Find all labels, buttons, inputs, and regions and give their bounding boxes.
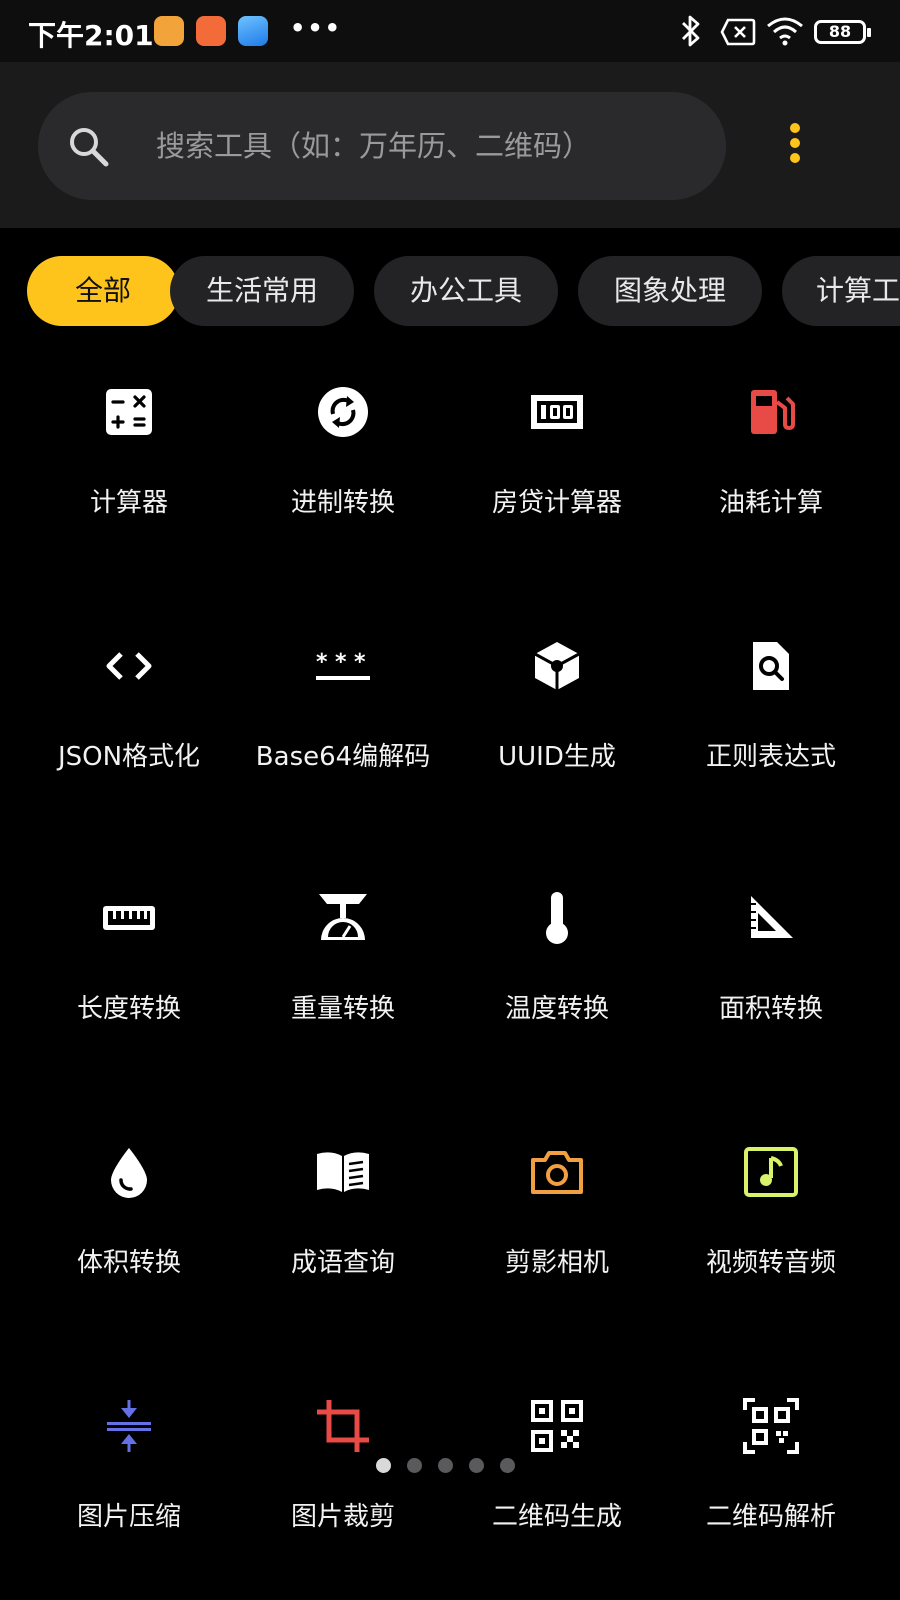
category-tabs: 全部 生活常用 办公工具 图象处理 计算工 [0, 256, 900, 326]
tool-label: 视频转音频 [705, 1248, 836, 1278]
app-icon-3 [238, 16, 268, 46]
tool-uuid[interactable]: UUID生成 [450, 604, 664, 804]
tool-image-compress[interactable]: 图片压缩 [22, 1364, 236, 1564]
status-time: 下午2:01 [28, 19, 154, 52]
tool-base64[interactable]: * * * Base64编解码 [236, 604, 450, 804]
tool-label: 长度转换 [76, 994, 181, 1024]
tool-area-conversion[interactable]: 面积转换 [664, 856, 878, 1056]
tool-regex[interactable]: 正则表达式 [664, 604, 878, 804]
qr-code-icon [531, 1400, 583, 1452]
compress-icon [107, 1400, 151, 1452]
tool-temperature-conversion[interactable]: 温度转换 [450, 856, 664, 1056]
book-open-icon [317, 1152, 369, 1192]
bluetooth-icon [682, 15, 700, 47]
tool-idiom-lookup[interactable]: 成语查询 [236, 1110, 450, 1310]
app-icon-2 [196, 16, 226, 46]
tool-label: 图片压缩 [76, 1502, 181, 1532]
tab-all[interactable]: 全部 [27, 256, 179, 326]
gas-pump-icon [751, 390, 795, 434]
tool-label: 体积转换 [76, 1248, 181, 1278]
tool-label: 二维码解析 [705, 1502, 836, 1532]
tool-mortgage-calculator[interactable]: 房贷计算器 [450, 350, 664, 550]
more-vertical-icon[interactable] [780, 120, 810, 170]
status-bar: 下午2:01 ••• 88 [0, 0, 900, 62]
no-sim-icon [720, 18, 756, 46]
tool-length-conversion[interactable]: 长度转换 [22, 856, 236, 1056]
tool-json-format[interactable]: JSON格式化 [22, 604, 236, 804]
crop-icon [317, 1400, 369, 1452]
app-icon-1 [154, 16, 184, 46]
tool-label: 图片裁剪 [290, 1502, 395, 1532]
file-search-icon [753, 642, 789, 690]
calculator-icon [106, 389, 152, 435]
page-dot[interactable] [438, 1458, 453, 1473]
tab-calculation-tools[interactable]: 计算工 [782, 256, 900, 326]
water-drop-icon [111, 1148, 147, 1198]
cube-icon [534, 642, 580, 690]
code-brackets-icon [106, 652, 152, 680]
page-indicator [376, 1458, 531, 1474]
tool-label: Base64编解码 [255, 742, 431, 772]
sync-circle-icon [318, 387, 368, 437]
search-icon [70, 128, 109, 167]
page-dot[interactable] [407, 1458, 422, 1473]
tool-label: 计算器 [89, 488, 168, 518]
tool-label: 油耗计算 [718, 488, 823, 518]
svg-text:*: * [316, 650, 328, 675]
tool-label: 剪影相机 [504, 1248, 609, 1278]
page-dot[interactable] [376, 1458, 391, 1473]
svg-text:*: * [354, 650, 366, 675]
ruler-icon [103, 906, 155, 930]
tab-office-tools[interactable]: 办公工具 [374, 256, 558, 326]
more-notifications-icon: ••• [290, 14, 343, 42]
tab-daily-use[interactable]: 生活常用 [170, 256, 354, 326]
scale-icon [319, 894, 367, 940]
tab-image-processing[interactable]: 图象处理 [578, 256, 762, 326]
tool-base-conversion[interactable]: 进制转换 [236, 350, 450, 550]
tool-calculator[interactable]: 计算器 [22, 350, 236, 550]
tool-label: 温度转换 [504, 994, 609, 1024]
search-input[interactable]: 搜索工具（如：万年历、二维码） [156, 92, 716, 200]
page-dot[interactable] [500, 1458, 515, 1473]
tool-label: 重量转换 [290, 994, 395, 1024]
tool-label: 二维码生成 [491, 1502, 622, 1532]
search-bar[interactable]: 搜索工具（如：万年历、二维码） [38, 92, 726, 200]
tool-label: 面积转换 [718, 994, 823, 1024]
svg-text:*: * [335, 650, 347, 675]
tool-silhouette-camera[interactable]: 剪影相机 [450, 1110, 664, 1310]
tool-label: 进制转换 [290, 488, 395, 518]
set-square-icon [751, 896, 793, 938]
tool-label: JSON格式化 [57, 742, 201, 772]
music-note-icon [744, 1147, 798, 1197]
tool-label: 房贷计算器 [491, 488, 622, 518]
page-dot[interactable] [469, 1458, 484, 1473]
money-100-icon [531, 395, 583, 429]
tool-label: 成语查询 [290, 1248, 395, 1278]
password-asterisk-icon: * * * [316, 650, 370, 680]
wifi-icon [767, 17, 803, 46]
tool-volume-conversion[interactable]: 体积转换 [22, 1110, 236, 1310]
search-header: 搜索工具（如：万年历、二维码） [0, 62, 900, 228]
tool-fuel-consumption[interactable]: 油耗计算 [664, 350, 878, 550]
battery-icon: 88 [814, 20, 871, 44]
thermometer-icon [546, 892, 568, 944]
tool-label: UUID生成 [498, 742, 616, 772]
camera-icon [531, 1151, 583, 1194]
tool-weight-conversion[interactable]: 重量转换 [236, 856, 450, 1056]
qr-scan-icon [743, 1398, 799, 1454]
tool-video-to-audio[interactable]: 视频转音频 [664, 1110, 878, 1310]
tool-label: 正则表达式 [705, 742, 836, 772]
tool-qr-parse[interactable]: 二维码解析 [664, 1364, 878, 1564]
